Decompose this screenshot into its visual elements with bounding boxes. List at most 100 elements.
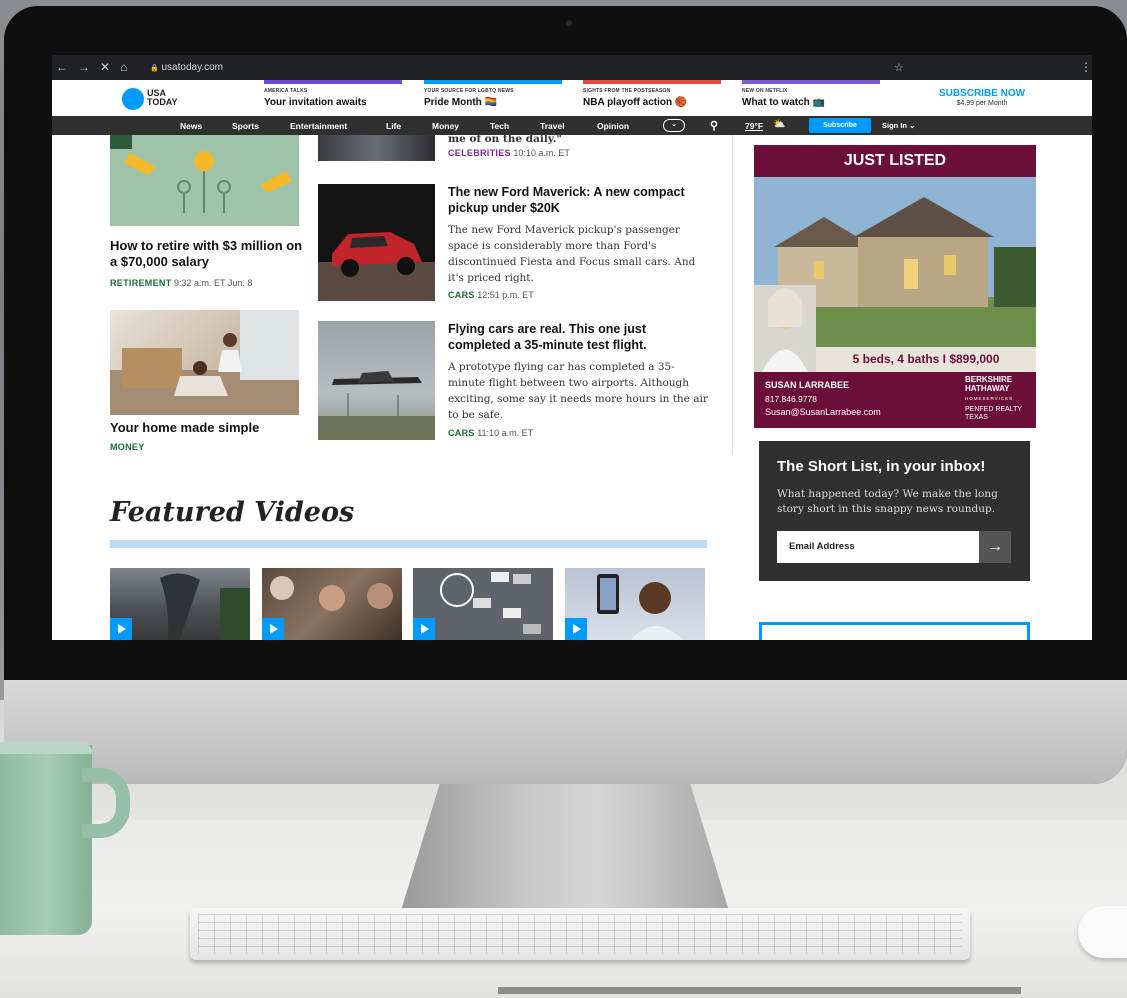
main-content: How to retire with $3 million on a $70,0… (52, 133, 1092, 640)
article-meta-retire: RETIREMENT 9:32 a.m. ET Jun. 8 (110, 278, 252, 288)
article-partial-text: me of on the daily." (448, 133, 562, 145)
nav-life[interactable]: Life (386, 121, 401, 131)
timestamp: 10:10 a.m. ET (513, 148, 570, 158)
brand-line-5: TEXAS (965, 414, 988, 421)
flying-car-photo[interactable] (318, 321, 435, 440)
ford-maverick-photo[interactable] (318, 184, 435, 301)
forward-icon[interactable]: → (78, 61, 90, 73)
article-meta-home: MONEY (110, 442, 145, 452)
promo-kicker: NEW ON NETFLIX (742, 88, 788, 94)
promo-title: NBA playoff action 🏀 (583, 97, 688, 108)
article-meta-flying-car: CARS 11:10 a.m. ET (448, 428, 533, 438)
newsletter-title: The Short List, in your inbox! (777, 458, 986, 475)
category-label[interactable]: RETIREMENT (110, 278, 172, 288)
browser-screen: ← → ✕ ⌂ 🔒 usatoday.com ☆ ⋮ USA TODAY AMER… (52, 55, 1092, 640)
browser-toolbar: ← → ✕ ⌂ 🔒 usatoday.com ☆ ⋮ (52, 55, 1092, 80)
flying-car-photo-svg (318, 371, 435, 440)
promo-pride-month[interactable]: YOUR SOURCE FOR LGBTQ NEWS Pride Month 🏳… (424, 80, 562, 116)
mouse (1078, 906, 1127, 958)
real-estate-ad[interactable]: JUST LISTED 5 beds, 4 baths I $899,000 S… (754, 145, 1036, 428)
house-photo: 5 beds, 4 baths I $899,000 (754, 177, 1036, 372)
promo-title: What to watch 📺 (742, 97, 826, 108)
sign-in-link[interactable]: Sign In ⌄ (882, 121, 915, 130)
monitor-chin (4, 680, 1127, 784)
back-icon[interactable]: ← (56, 61, 68, 73)
promo-america-talks[interactable]: AMERICA TALKS Your invitation awaits (264, 80, 402, 116)
brand-line-4: PENFED REALTY (965, 406, 1023, 413)
article-desc-maverick: The new Ford Maverick pickup's passenger… (448, 224, 696, 284)
video-thumb-people[interactable] (262, 568, 402, 640)
mug (0, 745, 92, 935)
weather-temp[interactable]: 79°F (745, 121, 763, 131)
nav-entertainment[interactable]: Entertainment (290, 121, 347, 131)
bookmark-star-icon[interactable]: ☆ (894, 61, 904, 74)
keyboard-keys (198, 914, 962, 954)
mug-handle (82, 768, 130, 838)
usa-today-logo-icon[interactable] (122, 88, 144, 110)
category-label[interactable]: CARS (448, 290, 475, 300)
play-icon[interactable] (110, 618, 132, 640)
submit-arrow-icon[interactable]: → (979, 531, 1011, 563)
search-icon[interactable]: ⚲ (710, 119, 718, 132)
subscribe-now-link[interactable]: SUBSCRIBE NOW $4.99 per Month (932, 88, 1032, 107)
article-title-retire[interactable]: How to retire with $3 million on a $70,0… (110, 238, 310, 270)
agent-email: Susan@SusanLarrabee.com (765, 407, 881, 417)
home-icon[interactable]: ⌂ (120, 61, 127, 73)
url-text: usatoday.com (161, 62, 224, 73)
column-divider (732, 135, 733, 455)
scroll-indicator (498, 987, 1021, 994)
video-thumb-phone[interactable] (565, 568, 705, 640)
nav-news[interactable]: News (180, 121, 202, 131)
promo-title: Your invitation awaits (264, 97, 367, 108)
brand-line-2: HATHAWAY (965, 384, 1010, 393)
site-header: USA TODAY AMERICA TALKS Your invitation a… (52, 80, 1092, 116)
browser-menu-icon[interactable]: ⋮ (1080, 60, 1092, 74)
video-thumb-tornado[interactable] (110, 568, 250, 640)
nav-money[interactable]: Money (432, 121, 459, 131)
promo-netflix[interactable]: NEW ON NETFLIX What to watch 📺 (742, 80, 880, 116)
article-title-maverick[interactable]: The new Ford Maverick: A new compact pic… (448, 184, 708, 216)
article-title-home[interactable]: Your home made simple (110, 420, 310, 436)
category-label[interactable]: CELEBRITIES (448, 148, 511, 158)
retirement-illustration-svg (110, 135, 299, 226)
email-field[interactable]: Email Address (777, 531, 979, 563)
timestamp: 12:51 p.m. ET (477, 290, 534, 300)
category-label[interactable]: MONEY (110, 442, 145, 452)
newsletter-desc: What happened today? We make the long st… (777, 488, 998, 515)
promo-nba-playoffs[interactable]: SIGHTS FROM THE POSTSEASON NBA playoff a… (583, 80, 721, 116)
play-icon[interactable] (565, 618, 587, 640)
article-meta-maverick: CARS 12:51 p.m. ET (448, 290, 534, 300)
nav-opinion[interactable]: Opinion (597, 121, 629, 131)
brand-line-3: HOMESERVICES (965, 396, 1014, 401)
brand-line-1: BERKSHIRE (965, 375, 1013, 384)
promo-kicker: SIGHTS FROM THE POSTSEASON (583, 88, 671, 94)
lock-icon: 🔒 (150, 65, 159, 72)
agent-phone: 817.846.9778 (765, 394, 817, 404)
nav-tech[interactable]: Tech (490, 121, 509, 131)
play-icon[interactable] (262, 618, 284, 640)
address-bar[interactable]: 🔒 usatoday.com (150, 62, 223, 73)
weather-icon: ⛅ (773, 119, 786, 130)
featured-videos-heading: Featured Videos (110, 497, 355, 528)
stop-icon[interactable]: ✕ (100, 61, 110, 73)
subscribe-price: $4.99 per Month (956, 100, 1008, 107)
brokerage-logo: BERKSHIRE HATHAWAY HOMESERVICES PENFED R… (965, 375, 1033, 422)
agent-name: SUSAN LARRABEE (765, 380, 850, 390)
celebrity-photo[interactable] (318, 135, 435, 161)
home-family-photo[interactable] (110, 310, 299, 415)
video-thumb-parking[interactable] (413, 568, 553, 640)
article-desc-flying-car: A prototype flying car has completed a 3… (448, 361, 708, 421)
subscribe-button[interactable]: Subscribe (809, 118, 871, 133)
usa-today-logo[interactable]: USA TODAY (147, 89, 187, 107)
webcam (566, 20, 572, 26)
category-label[interactable]: CARS (448, 428, 475, 438)
retirement-illustration[interactable] (110, 135, 299, 226)
sidebar-module-outline (759, 622, 1030, 640)
ad-header: JUST LISTED (843, 152, 947, 169)
article-title-flying-car[interactable]: Flying cars are real. This one just comp… (448, 321, 708, 353)
nav-travel[interactable]: Travel (540, 121, 565, 131)
play-icon[interactable] (413, 618, 435, 640)
article-meta-celeb: CELEBRITIES 10:10 a.m. ET (448, 148, 570, 158)
keyboard (190, 908, 970, 960)
nav-sports[interactable]: Sports (232, 121, 259, 131)
